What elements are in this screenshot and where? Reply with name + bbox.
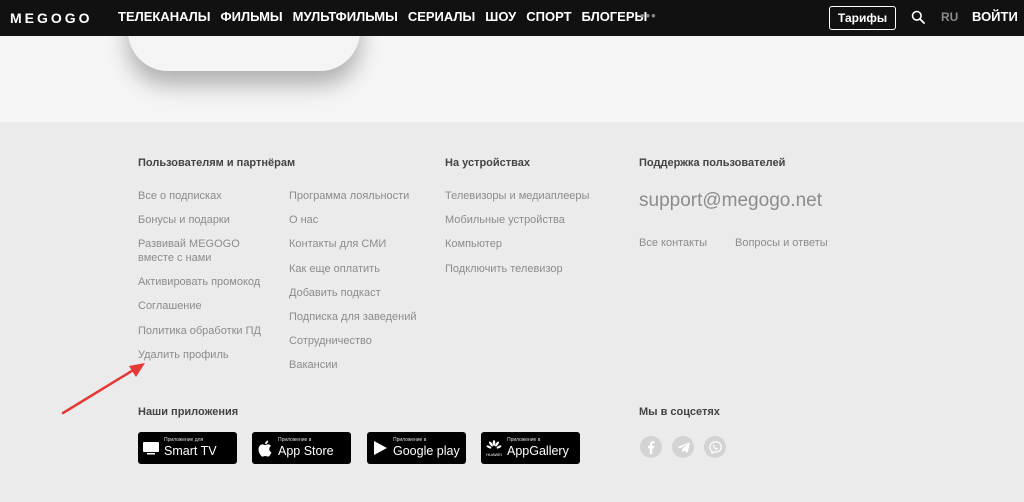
link-develop-megogo[interactable]: Развивай MEGOGO вместе с нами [138,237,258,265]
content-card [128,36,360,71]
link-activate-promo[interactable]: Активировать промокод [138,275,260,289]
language-switch[interactable]: RU [941,10,958,24]
google-play-icon [367,432,393,464]
users-partners-title: Пользователям и партнёрам [138,157,296,169]
main-nav: ТЕЛЕКАНАЛЫ ФИЛЬМЫ МУЛЬТФИЛЬМЫ СЕРИАЛЫ ШО… [118,9,647,24]
link-mobile-devices[interactable]: Мобильные устройства [445,213,565,227]
nav-shows[interactable]: ШОУ [485,9,516,24]
link-loyalty-program[interactable]: Программа лояльности [289,189,409,203]
nav-series[interactable]: СЕРИАЛЫ [408,9,475,24]
telegram-icon[interactable] [672,436,694,458]
link-other-payment[interactable]: Как еще оплатить [289,262,380,276]
support-title: Поддержка пользователей [639,157,786,169]
nav-cartoons[interactable]: МУЛЬТФИЛЬМЫ [293,9,398,24]
search-icon[interactable] [911,10,925,24]
devices-title: На устройствах [445,157,531,169]
link-subscriptions[interactable]: Все о подписках [138,189,222,203]
link-faq[interactable]: Вопросы и ответы [735,236,828,250]
facebook-icon[interactable] [640,436,662,458]
tv-icon [138,432,164,464]
google-play-badge[interactable]: Приложение в Google play [367,432,466,464]
link-privacy-policy[interactable]: Политика обработки ПД [138,324,261,338]
app-store-badge[interactable]: Приложение в App Store [252,432,351,464]
nav-movies[interactable]: ФИЛЬМЫ [221,9,283,24]
smart-tv-app-badge[interactable]: Приложение для Smart TV [138,432,237,464]
link-all-contacts[interactable]: Все контакты [639,236,707,250]
apps-title: Наши приложения [138,406,239,418]
huawei-icon: HUAWEI [481,432,507,464]
link-computer[interactable]: Компьютер [445,237,502,251]
viber-icon[interactable] [704,436,726,458]
link-tv-players[interactable]: Телевизоры и медиаплееры [445,189,589,203]
tariffs-button[interactable]: Тарифы [829,6,896,30]
nav-bloggers[interactable]: БЛОГЕРЫ [582,9,648,24]
link-about[interactable]: О нас [289,213,318,227]
link-vacancies[interactable]: Вакансии [289,358,338,372]
login-button[interactable]: ВОЙТИ [972,9,1018,24]
link-bonuses[interactable]: Бонусы и подарки [138,213,230,227]
badge-caption: Приложение в [278,437,312,444]
content-area [0,36,1024,122]
link-cooperation[interactable]: Сотрудничество [289,334,372,348]
link-business-subscription[interactable]: Подписка для заведений [289,310,417,324]
nav-sport[interactable]: СПОРТ [526,9,571,24]
badge-store-name: Google play [393,444,460,459]
footer: Пользователям и партнёрам Все о подписка… [0,122,1024,502]
nav-tv-channels[interactable]: ТЕЛЕКАНАЛЫ [118,9,211,24]
support-email-link[interactable]: support@megogo.net [639,190,822,212]
link-press-contacts[interactable]: Контакты для СМИ [289,237,386,251]
link-delete-profile[interactable]: Удалить профиль [138,348,229,362]
link-agreement[interactable]: Соглашение [138,299,202,313]
top-navbar: MEGOGO ТЕЛЕКАНАЛЫ ФИЛЬМЫ МУЛЬТФИЛЬМЫ СЕР… [0,0,1024,36]
huawei-label: HUAWEI [486,451,502,457]
badge-caption: Приложение в [507,437,541,444]
appgallery-badge[interactable]: HUAWEI Приложение в AppGallery [481,432,580,464]
apple-icon [252,432,278,464]
more-menu-icon[interactable]: ••• [640,8,657,23]
badge-caption: Приложение для [164,437,204,444]
badge-store-name: App Store [278,444,334,459]
badge-store-name: Smart TV [164,444,217,459]
social-title: Мы в соцсетях [639,406,720,418]
badge-store-name: AppGallery [507,444,569,459]
link-connect-tv[interactable]: Подключить телевизор [445,262,563,276]
megogo-logo[interactable]: MEGOGO [10,10,93,26]
badge-caption: Приложение в [393,437,427,444]
link-add-podcast[interactable]: Добавить подкаст [289,286,381,300]
